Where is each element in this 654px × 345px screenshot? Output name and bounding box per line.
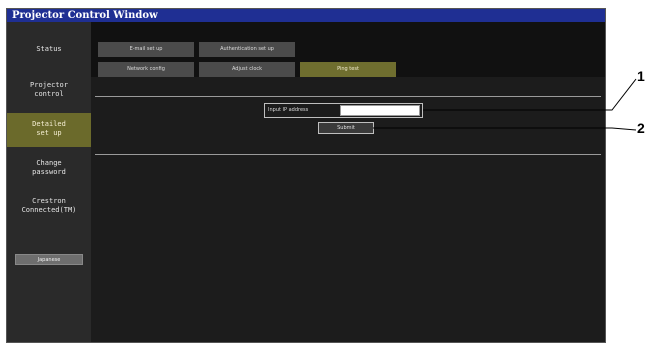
tab-email-set-up[interactable]: E-mail set up bbox=[98, 42, 194, 57]
window-title: Projector Control Window bbox=[7, 9, 605, 22]
sidebar-item-label: Projector control bbox=[30, 81, 68, 98]
sidebar-item-projector-control[interactable]: Projector control bbox=[7, 79, 91, 103]
tab-authentication-set-up[interactable]: Authentication set up bbox=[199, 42, 295, 57]
sidebar-item-change-password[interactable]: Change password bbox=[7, 157, 91, 181]
sidebar: Status Projector control Detailed set up… bbox=[7, 22, 91, 342]
ip-address-label: Input IP address bbox=[268, 107, 309, 113]
sidebar-item-label: Detailed set up bbox=[32, 120, 66, 137]
sidebar-item-status[interactable]: Status bbox=[7, 42, 91, 56]
ip-address-input[interactable] bbox=[340, 105, 420, 116]
sidebar-item-label: Status bbox=[36, 45, 62, 53]
tab-ping-test[interactable]: Ping test bbox=[300, 62, 396, 77]
tab-network-config[interactable]: Network config bbox=[98, 62, 194, 77]
callout-2: 2 bbox=[637, 120, 645, 136]
tab-adjust-clock[interactable]: Adjust clock bbox=[199, 62, 295, 77]
sidebar-item-crestron-connected[interactable]: Crestron Connected(TM) bbox=[7, 195, 91, 219]
main-panel: E-mail set up Authentication set up Netw… bbox=[91, 22, 605, 342]
tab-bar: E-mail set up Authentication set up Netw… bbox=[91, 22, 605, 77]
sidebar-item-detailed-set-up[interactable]: Detailed set up bbox=[7, 113, 91, 147]
sidebar-item-label: Crestron Connected(TM) bbox=[21, 197, 77, 214]
projector-control-window: Projector Control Window Status Projecto… bbox=[6, 8, 606, 343]
japanese-button[interactable]: Japanese bbox=[15, 254, 83, 265]
divider-top bbox=[95, 96, 601, 97]
callout-1: 1 bbox=[637, 68, 645, 84]
divider-bottom bbox=[95, 154, 601, 155]
submit-button[interactable]: Submit bbox=[318, 122, 374, 134]
sidebar-item-label: Change password bbox=[32, 159, 66, 176]
